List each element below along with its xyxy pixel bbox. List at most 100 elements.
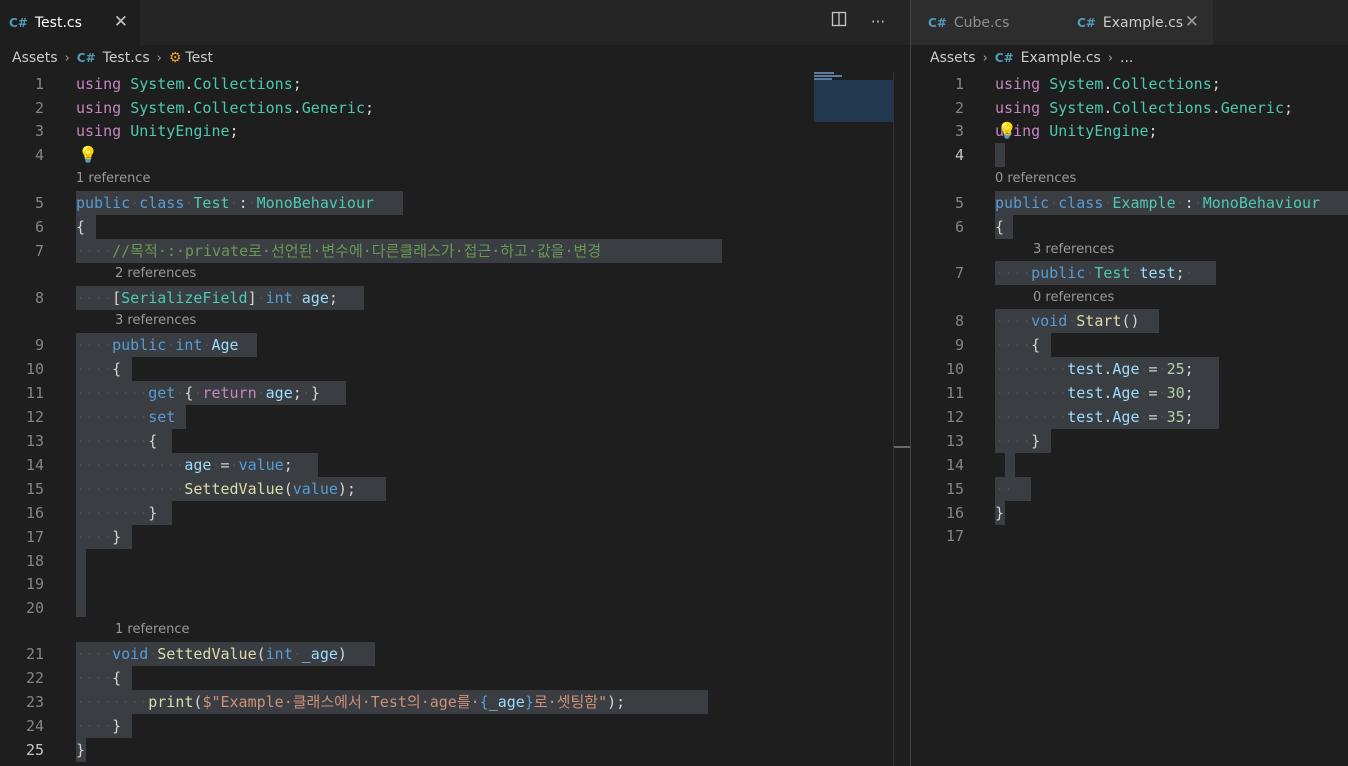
- line-number: 6: [34, 218, 44, 236]
- code-line: using UnityEngine;: [76, 122, 239, 140]
- breadcrumb: Assets › C# Example.cs › ...: [911, 45, 1348, 71]
- code-line: ········{: [76, 432, 158, 450]
- csharp-file-icon: C#: [994, 51, 1014, 65]
- tab-cube-cs[interactable]: C# Cube.cs: [911, 0, 1060, 45]
- selection-highlight: [76, 549, 86, 617]
- code-editor-right[interactable]: 1 2 3 4 5 6 7 8 9 10 11 12 13 14 15 16 1…: [911, 72, 1348, 766]
- code-lens[interactable]: 0 references: [1033, 286, 1114, 310]
- code-line: ········print($"Example·클래스에서·Test의·age를…: [76, 693, 626, 711]
- line-number: 17: [25, 528, 44, 546]
- line-number: 8: [954, 312, 964, 330]
- minimap[interactable]: [814, 72, 893, 122]
- minimap-line: [814, 75, 842, 77]
- breadcrumb-file[interactable]: Example.cs: [1021, 50, 1101, 66]
- code-lens[interactable]: 1 reference: [115, 618, 189, 642]
- code-line: ····}: [76, 717, 122, 735]
- code-line: }: [76, 741, 86, 759]
- code-line: ····}: [995, 432, 1041, 450]
- line-number: 21: [25, 645, 44, 663]
- split-editor-icon[interactable]: [828, 11, 850, 33]
- code-line: ····void·Start(): [995, 312, 1140, 330]
- code-line: ············SettedValue(value);: [76, 480, 356, 498]
- minimap-viewport[interactable]: [814, 80, 893, 122]
- line-number: 17: [945, 527, 964, 545]
- line-number: 7: [954, 264, 964, 282]
- line-number: 6: [954, 218, 964, 236]
- code-line: ····{: [76, 360, 122, 378]
- line-number: 14: [25, 456, 44, 474]
- breadcrumb-file[interactable]: Test.cs: [103, 50, 150, 66]
- breadcrumb-more[interactable]: ...: [1120, 50, 1133, 66]
- code-line: ····void·SettedValue(int·_age): [76, 645, 347, 663]
- code-line: ··: [995, 480, 1014, 498]
- line-number: 4: [954, 146, 964, 164]
- code-line: using System.Collections.Generic;: [76, 99, 375, 117]
- breadcrumb-root[interactable]: Assets: [930, 50, 976, 66]
- tab-example-cs[interactable]: C# Example.cs ✕: [1060, 0, 1213, 45]
- line-number: 20: [25, 599, 44, 617]
- line-number: 24: [25, 717, 44, 735]
- code-lens[interactable]: 1 reference: [76, 167, 150, 191]
- code-line: ····{: [76, 669, 122, 687]
- code-lens[interactable]: 3 references: [115, 309, 196, 333]
- code-line: ········test.Age·=·25;: [995, 360, 1194, 378]
- code-line: ········set: [76, 408, 176, 426]
- code-line: ········}: [76, 504, 158, 522]
- code-line: using System.Collections;: [76, 75, 302, 93]
- code-line: public·class·Example·:·MonoBehaviour: [995, 194, 1321, 212]
- code-line: ····public·Test·test;·: [995, 264, 1194, 282]
- close-icon[interactable]: ✕: [1185, 12, 1199, 32]
- line-number: 5: [34, 194, 44, 212]
- editor-group-right: C# Cube.cs C# Example.cs ✕ Assets › C# E…: [911, 0, 1348, 766]
- code-line: {: [995, 218, 1005, 236]
- code-line: ········get·{·return·age;·}: [76, 384, 320, 402]
- class-symbol-icon: ⚙: [168, 50, 182, 66]
- code-line: ····public·int·Age: [76, 336, 239, 354]
- code-editor-left[interactable]: 1 2 3 4 5 6 7 8 9 10 11 12 13 14 15 16 1…: [0, 72, 910, 766]
- line-number: 2: [954, 99, 964, 117]
- chevron-right-icon: ›: [156, 50, 162, 66]
- line-number: 19: [25, 575, 44, 593]
- code-line: }: [995, 504, 1005, 522]
- line-number: 3: [34, 122, 44, 140]
- code-line: ········test.Age·=·30;: [995, 384, 1194, 402]
- minimap-line: [814, 72, 834, 74]
- code-line: {: [76, 218, 86, 236]
- breadcrumb-symbol[interactable]: Test: [185, 50, 213, 66]
- breadcrumb: Assets › C# Test.cs › ⚙ Test: [0, 45, 910, 71]
- more-actions-icon[interactable]: ···: [867, 11, 889, 33]
- lightbulb-icon[interactable]: 💡: [78, 143, 98, 167]
- code-line: ············age·=·value;: [76, 456, 293, 474]
- line-number: 10: [945, 360, 964, 378]
- line-number: 13: [945, 432, 964, 450]
- tab-test-cs[interactable]: C# Test.cs ✕: [0, 0, 140, 45]
- code-lens[interactable]: 0 references: [995, 167, 1076, 191]
- selection-highlight: [995, 143, 1005, 167]
- csharp-file-icon: C#: [1077, 15, 1096, 30]
- code-lens[interactable]: 3 references: [1033, 238, 1114, 262]
- lightbulb-icon[interactable]: 💡: [997, 119, 1017, 143]
- line-number: 5: [954, 194, 964, 212]
- breadcrumb-root[interactable]: Assets: [12, 50, 58, 66]
- selection-highlight: [1005, 453, 1015, 477]
- line-number: 11: [25, 384, 44, 402]
- code-lens[interactable]: 2 references: [115, 262, 196, 286]
- line-number: 25: [25, 741, 44, 759]
- line-number: 12: [945, 408, 964, 426]
- line-number: 2: [34, 99, 44, 117]
- scrollbar-thumb[interactable]: [894, 446, 910, 448]
- tab-label: Test.cs: [34, 14, 82, 31]
- line-number: 4: [34, 146, 44, 164]
- line-number: 15: [25, 480, 44, 498]
- line-number: 8: [34, 289, 44, 307]
- line-number: 22: [25, 669, 44, 687]
- close-icon[interactable]: ✕: [114, 12, 128, 32]
- scrollbar[interactable]: [893, 72, 894, 766]
- line-number: 15: [945, 480, 964, 498]
- line-number: 12: [25, 408, 44, 426]
- chevron-right-icon: ›: [1107, 50, 1114, 66]
- csharp-file-icon: C#: [76, 51, 96, 65]
- line-number: 14: [945, 456, 964, 474]
- tab-bar-left: C# Test.cs ✕ ···: [0, 0, 910, 45]
- tab-bar-right: C# Cube.cs C# Example.cs ✕: [911, 0, 1348, 45]
